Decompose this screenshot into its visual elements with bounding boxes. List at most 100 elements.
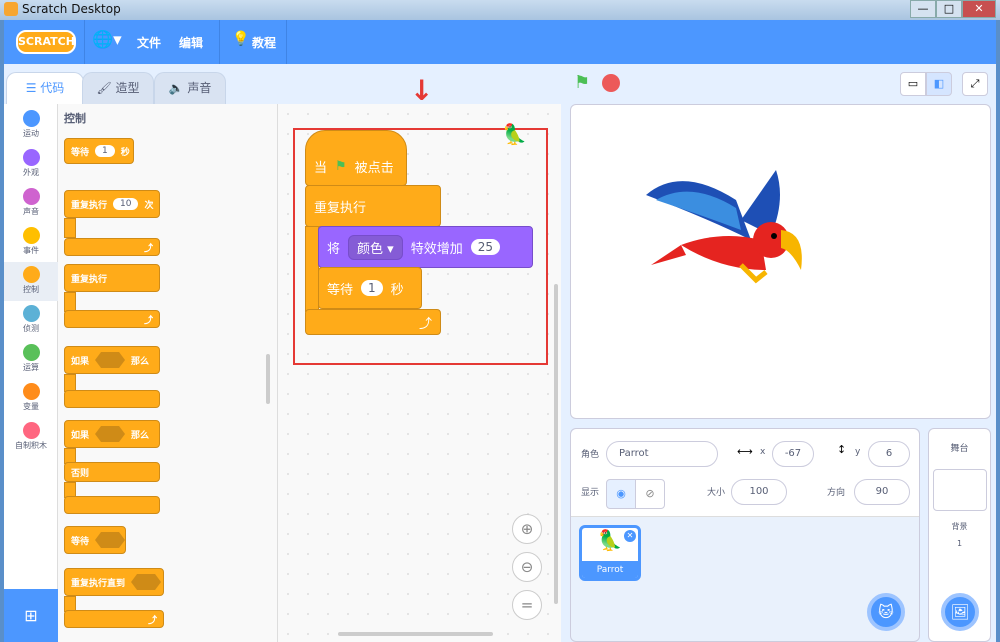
sprite-panel: 角色 Parrot ⟷ x -67 ↕ y 6 显示 ◉ ⊘ 大小 100 方向… [570, 428, 920, 642]
choose-sprite-button[interactable]: 🐱 [867, 593, 905, 631]
direction-input[interactable]: 90 [854, 479, 910, 505]
category-8[interactable]: 自制积木 [4, 418, 58, 457]
script-area[interactable]: 当 ⚑ 被点击 重复执行 将颜色 ▾ 特效增加 25 等待 1 秒 ⤴ ↓ 🦜 ⊕ ⊖ = [278, 74, 561, 642]
size-label: 大小 [707, 488, 726, 498]
stop-button[interactable] [602, 74, 620, 92]
y-label: y [855, 447, 861, 457]
app-icon [4, 2, 18, 16]
block-palette: 控制 等待 1 秒 重复执行 10 次 ⤴ 重复执行 ⤴ 如果 那么 如果 那么 否则 等待… [58, 104, 278, 642]
block-wait[interactable]: 等待 1 秒 [64, 138, 134, 164]
divider [219, 20, 220, 64]
scratch-logo[interactable]: SCRATCH [16, 30, 76, 54]
label: 那么 [131, 356, 150, 367]
globe-language-icon[interactable]: 🌐▾ [92, 30, 122, 50]
speaker-icon: 🔈 [168, 81, 188, 95]
vertical-arrows-icon: ↕ [837, 443, 847, 456]
script-scrollbar-vertical[interactable] [554, 284, 558, 604]
sprite-thumbnail-icon: 🦜 [502, 122, 527, 146]
tab-label: 声音 [187, 81, 212, 95]
label: 重复执行 [71, 200, 108, 211]
condition-slot[interactable] [95, 352, 126, 368]
category-4[interactable]: 控制 [4, 262, 58, 301]
sprite-tile[interactable]: 🦜 Parrot ✕ [579, 525, 641, 581]
category-label: 侦测 [23, 324, 39, 333]
menu-file[interactable]: 文件 [137, 34, 161, 51]
fullscreen-button[interactable]: ⤢ [962, 72, 988, 96]
zoom-reset-button[interactable]: = [512, 590, 542, 620]
block-repeat[interactable]: 重复执行 10 次 [64, 190, 160, 218]
script-scrollbar-horizontal[interactable] [338, 632, 493, 636]
minimize-button[interactable]: — [910, 0, 936, 18]
y-input[interactable]: 6 [868, 441, 910, 467]
window-title: Scratch Desktop [22, 2, 121, 16]
category-2[interactable]: 声音 [4, 184, 58, 223]
category-color-dot [22, 344, 40, 361]
zoom-out-button[interactable]: ⊖ [512, 552, 542, 582]
category-color-dot [22, 110, 40, 127]
category-6[interactable]: 运算 [4, 340, 58, 379]
hide-eye-button[interactable]: ⊘ [635, 479, 665, 509]
choose-backdrop-button[interactable]: 🖼 [941, 593, 979, 631]
menu-edit[interactable]: 编辑 [179, 34, 203, 51]
divider [286, 20, 287, 64]
block-repeat-until[interactable]: 重复执行直到 [64, 568, 164, 596]
palette-heading: 控制 [64, 112, 86, 125]
condition-slot[interactable] [95, 426, 126, 442]
tab-sounds[interactable]: 🔈 声音 [154, 72, 226, 104]
category-color-dot [22, 266, 40, 283]
value-input[interactable]: 1 [95, 145, 115, 157]
condition-slot[interactable] [131, 574, 162, 590]
block-else: 否则 [64, 462, 160, 482]
size-input[interactable]: 100 [731, 479, 787, 505]
stage-thumbnail[interactable] [933, 469, 987, 511]
maximize-button[interactable]: □ [936, 0, 962, 18]
loop-arrow-icon: ⤴ [64, 238, 160, 256]
block-forever[interactable]: 重复执行 [64, 264, 160, 292]
sprite-name-input[interactable]: Parrot [606, 441, 718, 467]
green-flag-button[interactable]: ⚑ [574, 72, 590, 93]
category-label: 运算 [23, 363, 39, 372]
tab-costumes[interactable]: 🖌 造型 [82, 72, 154, 104]
backdrop-label: 背景 [951, 522, 968, 531]
palette-scrollbar[interactable] [266, 354, 270, 404]
small-stage-button[interactable]: ▭ [900, 72, 926, 96]
stage-canvas[interactable] [570, 104, 991, 419]
block-wait-until[interactable]: 等待 [64, 526, 126, 554]
close-button[interactable]: ✕ [962, 0, 996, 18]
tab-code[interactable]: ☰ 代码 [6, 72, 84, 104]
zoom-in-button[interactable]: ⊕ [512, 514, 542, 544]
parrot-sprite[interactable] [641, 160, 811, 290]
backdrop-count: 1 [956, 539, 963, 548]
annotation-arrow: ↓ [410, 74, 434, 107]
category-5[interactable]: 侦测 [4, 301, 58, 340]
stage-panel: 舞台 背景 1 🖼 [928, 428, 991, 642]
add-extension-button[interactable]: ⊞ [4, 589, 58, 642]
label: 等待 [71, 147, 90, 158]
block-end [64, 496, 160, 514]
category-7[interactable]: 变量 [4, 379, 58, 418]
divider [84, 20, 85, 64]
block-if-else[interactable]: 如果 那么 [64, 420, 160, 448]
loop-arrow-icon: ⤴ [64, 310, 160, 328]
value-input[interactable]: 10 [113, 198, 139, 210]
block-if[interactable]: 如果 那么 [64, 346, 160, 374]
menu-tutorials[interactable]: 教程 [252, 34, 276, 51]
category-label: 外观 [23, 168, 39, 177]
sprite-info: 角色 Parrot ⟷ x -67 ↕ y 6 显示 ◉ ⊘ 大小 100 方向… [571, 429, 919, 517]
title-bar: Scratch Desktop — □ ✕ [0, 0, 1000, 20]
category-0[interactable]: 运动 [4, 106, 58, 145]
delete-sprite-icon[interactable]: ✕ [624, 530, 636, 542]
category-3[interactable]: 事件 [4, 223, 58, 262]
show-eye-button[interactable]: ◉ [606, 479, 636, 509]
label: 秒 [120, 147, 130, 158]
x-input[interactable]: -67 [772, 441, 814, 467]
label: 如果 [71, 356, 90, 367]
menu-bar: SCRATCH 🌐▾ 文件 编辑 💡 教程 [4, 20, 996, 64]
label: 重复执行 [71, 274, 108, 285]
condition-slot[interactable] [95, 532, 125, 548]
code-icon: ☰ [25, 81, 41, 95]
label: 重复执行直到 [71, 578, 126, 589]
category-1[interactable]: 外观 [4, 145, 58, 184]
lightbulb-icon: 💡 [232, 31, 250, 47]
large-stage-button[interactable]: ◧ [926, 72, 952, 96]
